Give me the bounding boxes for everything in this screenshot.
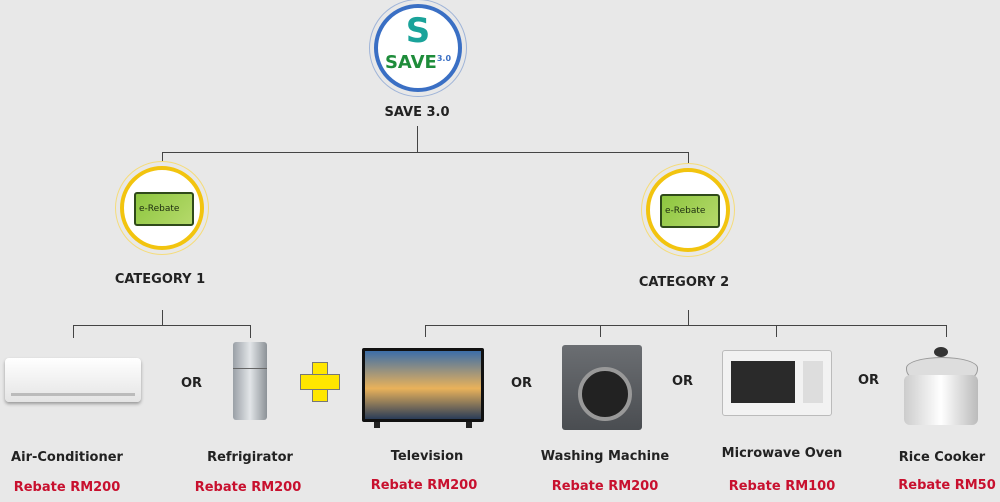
washing-machine-image [562, 345, 642, 430]
connector [425, 325, 947, 326]
logo-text: SAVE [384, 52, 437, 73]
connector [73, 325, 74, 338]
product-name: Microwave Oven [721, 446, 843, 461]
or-label: OR [181, 376, 203, 391]
product-rebate: Rebate RM200 [370, 478, 478, 493]
product-rebate: Rebate RM200 [551, 479, 659, 494]
product-rebate: Rebate RM200 [194, 480, 302, 495]
product-name: Washing Machine [540, 449, 670, 464]
connector [946, 325, 947, 337]
category-2-title: CATEGORY 2 [638, 275, 730, 290]
air-conditioner-image [5, 358, 141, 402]
connector [600, 325, 601, 337]
connector [688, 310, 689, 325]
product-name: Television [390, 449, 464, 464]
product-name: Air-Conditioner [11, 450, 123, 465]
connector [73, 325, 251, 326]
e-rebate-icon: e-Rebate [120, 166, 204, 250]
refrigerator-image [233, 342, 267, 420]
connector [162, 310, 163, 325]
rice-cooker-image [896, 345, 986, 429]
plus-icon [300, 362, 340, 402]
connector [417, 126, 418, 153]
category-1-title: CATEGORY 1 [114, 272, 206, 287]
product-name: Rice Cooker [898, 450, 986, 465]
connector [688, 152, 689, 166]
root-title: SAVE 3.0 [384, 105, 450, 120]
or-label: OR [672, 374, 694, 389]
connector [162, 152, 163, 166]
logo-version: 3.0 [436, 54, 452, 63]
product-name: Refrigirator [207, 450, 293, 465]
product-rebate: Rebate RM200 [13, 480, 121, 495]
e-rebate-icon: e-Rebate [646, 168, 730, 252]
connector [425, 325, 426, 337]
connector [162, 152, 689, 153]
save-logo: S SAVE3.0 [374, 4, 462, 92]
or-label: OR [511, 376, 533, 391]
microwave-oven-image [722, 350, 832, 416]
product-rebate: Rebate RM50 [898, 478, 996, 493]
logo-s-icon: S [405, 11, 431, 51]
connector [250, 325, 251, 338]
or-label: OR [858, 373, 880, 388]
television-image [362, 348, 484, 428]
product-rebate: Rebate RM100 [728, 479, 836, 494]
connector [776, 325, 777, 337]
